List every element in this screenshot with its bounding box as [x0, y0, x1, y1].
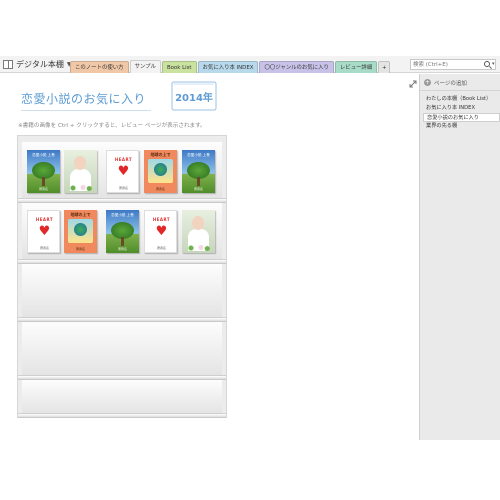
photo-face — [74, 156, 86, 170]
page-list: わたしの本棚（Book List） お気に入り本 INDEX 恋愛小説のお気に入り業… — [423, 95, 500, 131]
section-tab[interactable]: レビュー詳細 — [334, 61, 378, 73]
globe-illustration — [154, 163, 167, 176]
book-title: 地球の上で — [150, 152, 171, 157]
search-box[interactable]: ▾ — [410, 59, 496, 70]
plus-icon: + — [424, 79, 431, 86]
heart-icon: ♥ — [117, 164, 130, 179]
book-author: 著者名 — [155, 187, 165, 191]
hint-text: ※書籍の画像を Ctrl + クリックすると、レビュー ページが表示されます。 — [18, 123, 206, 129]
book-author: 著者名 — [117, 247, 127, 251]
notebook-selector[interactable]: デジタル本棚 ▼ — [3, 58, 71, 71]
top-bar: デジタル本棚 ▼ このノートの使い方サンプルBook Listお気に入り本 IN… — [0, 56, 500, 73]
book-cover[interactable]: 地球の上で 著者名 — [64, 210, 97, 253]
book-cover[interactable]: ♥ HEART 著者名 — [27, 210, 60, 253]
section-tabs: このノートの使い方 サンプル Book List お気に入り本 INDEX 〇〇ジャンル… — [70, 60, 391, 73]
add-section-tab[interactable]: + — [378, 61, 391, 73]
shelf-cell-3 — [22, 264, 222, 317]
book-cover[interactable]: ♥ HEART 著者名 — [144, 210, 177, 253]
book-cover[interactable]: ♥ HEART 著者名 — [106, 150, 139, 193]
tree-trunk — [42, 177, 45, 186]
book-author: 著者名 — [118, 186, 128, 190]
tree-trunk — [121, 237, 124, 246]
section-tab[interactable]: Book List — [161, 61, 197, 73]
book-author: 著者名 — [39, 246, 49, 250]
search-icon[interactable] — [484, 61, 490, 67]
book-cover[interactable]: 恋愛小説 上巻 著者名 — [27, 150, 60, 193]
section-tab[interactable]: サンプル — [129, 60, 161, 73]
book-cover[interactable] — [64, 150, 97, 193]
shelf-cell-5 — [22, 380, 222, 413]
page-list-item[interactable]: 業界の先る棚 — [423, 122, 500, 131]
tree-trunk — [197, 177, 200, 186]
title-underline — [21, 110, 151, 111]
book-author: 著者名 — [75, 247, 85, 251]
shelf-cell-4 — [22, 322, 222, 375]
book-title: 恋愛小説 上巻 — [187, 153, 210, 157]
photo-flowers — [68, 185, 93, 191]
book-title: HEART — [35, 217, 54, 222]
bookshelf: 恋愛小説 上巻 著者名 ♥ HEART 著者名 地球の上で 著者名 恋愛小説 上巻 著者名 ♥ HE… — [17, 135, 227, 418]
book-author: 著者名 — [38, 187, 48, 191]
notebook-icon — [3, 60, 13, 69]
book-cover[interactable]: 恋愛小説 上巻 著者名 — [182, 150, 215, 193]
add-page-label: ページの追加 — [434, 80, 467, 87]
section-tab[interactable]: 〇〇ジャンルのお気に入り — [259, 61, 334, 73]
add-page-button[interactable]: + ページの追加 — [424, 78, 467, 87]
section-tab[interactable]: お気に入り本 INDEX — [197, 61, 259, 73]
page-title: 恋愛小説のお気に入り — [21, 92, 147, 106]
onenote-window: デジタル本棚 ▼ このノートの使い方サンプルBook Listお気に入り本 IN… — [0, 56, 500, 440]
book-author: 著者名 — [156, 246, 166, 250]
book-title: 恋愛小説 上巻 — [32, 153, 55, 157]
book-cover[interactable]: 地球の上で 著者名 — [144, 150, 177, 193]
page-canvas[interactable]: 恋愛小説のお気に入り 2014年 ※書籍の画像を Ctrl + クリックすると、… — [0, 74, 418, 440]
book-cover[interactable]: 恋愛小説 上巻 著者名 — [106, 210, 139, 253]
book-author: 著者名 — [193, 187, 203, 191]
shelf-board — [18, 413, 226, 418]
section-tab[interactable]: このノートの使い方 — [70, 61, 129, 73]
divider — [420, 90, 500, 91]
search-scope-chevron-icon[interactable]: ▾ — [492, 61, 495, 67]
book-title: HEART — [114, 157, 133, 162]
page-list-item[interactable]: わたしの本棚（Book List） — [423, 95, 500, 104]
book-title: 地球の上で — [70, 212, 91, 217]
photo-flowers — [186, 245, 211, 251]
page-list-item[interactable]: 恋愛小説のお気に入り — [423, 113, 500, 122]
heart-icon: ♥ — [38, 224, 51, 239]
year-tag: 2014年 — [171, 81, 217, 111]
pages-pane: + ページの追加 わたしの本棚（Book List） お気に入り本 INDEX 恋愛… — [419, 74, 500, 440]
book-title: HEART — [152, 217, 171, 222]
notebook-title: デジタル本棚 — [16, 60, 64, 69]
heart-icon: ♥ — [155, 224, 168, 239]
year-tag-label: 2014年 — [175, 93, 213, 104]
book-cover[interactable] — [182, 210, 215, 253]
book-title: 恋愛小説 上巻 — [111, 213, 134, 217]
page-list-item[interactable]: お気に入り本 INDEX — [423, 104, 500, 113]
photo-face — [192, 216, 204, 230]
search-input[interactable] — [413, 61, 481, 69]
expand-icon[interactable] — [409, 80, 417, 88]
globe-illustration — [74, 223, 87, 236]
